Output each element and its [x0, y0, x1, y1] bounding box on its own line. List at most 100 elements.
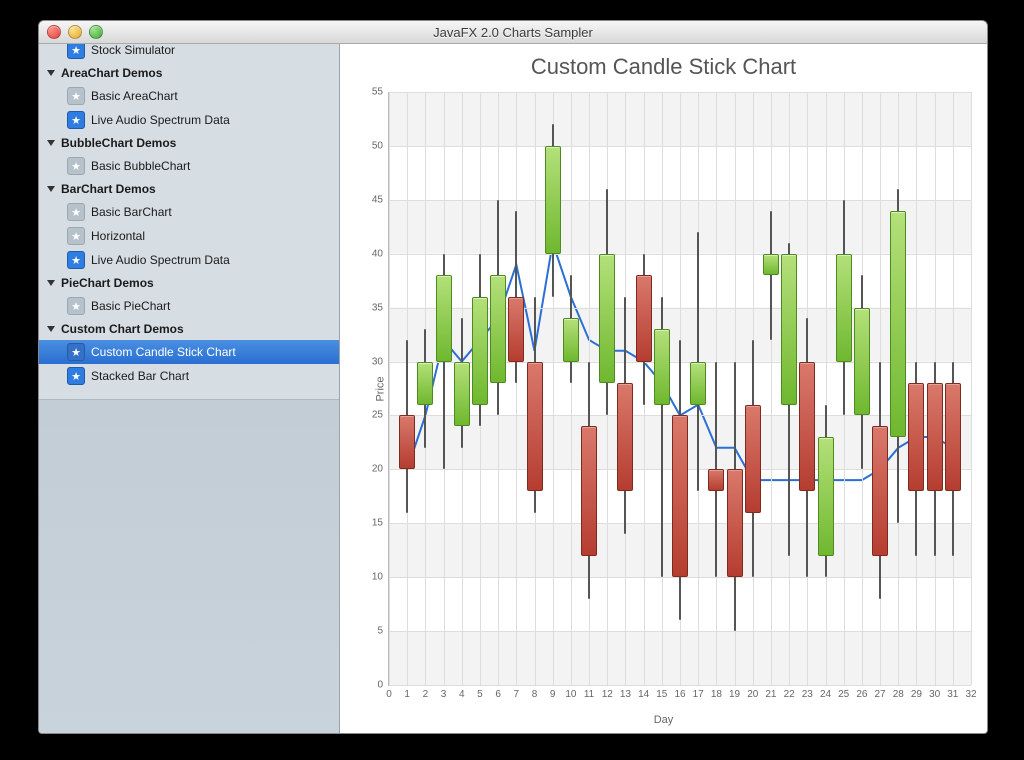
sidebar-group-header[interactable]: AreaChart Demos	[39, 62, 339, 84]
candle	[545, 92, 561, 685]
sidebar-item-label: Live Audio Spectrum Data	[91, 253, 230, 267]
sidebar-item[interactable]: ★Basic BubbleChart	[39, 154, 339, 178]
candle	[781, 92, 797, 685]
chart-title: Custom Candle Stick Chart	[340, 44, 987, 84]
candle	[854, 92, 870, 685]
sidebar-group-header[interactable]: Custom Chart Demos	[39, 318, 339, 340]
candle	[836, 92, 852, 685]
x-tick: 28	[893, 685, 904, 700]
star-icon: ★	[67, 44, 85, 59]
y-tick: 15	[372, 518, 389, 529]
sidebar-group-label: BubbleChart Demos	[61, 136, 176, 150]
x-tick: 30	[929, 685, 940, 700]
candle	[927, 92, 943, 685]
candle	[763, 92, 779, 685]
sidebar-item[interactable]: ★ Basic PieChart	[39, 294, 339, 318]
x-tick: 4	[459, 685, 465, 700]
sidebar-item-label: Custom Candle Stick Chart	[91, 345, 236, 359]
sidebar-item-label: Basic AreaChart	[91, 89, 178, 103]
star-icon: ★	[67, 111, 85, 129]
sidebar-item[interactable]: ★Basic BarChart	[39, 200, 339, 224]
x-tick: 12	[602, 685, 613, 700]
sidebar: ★Stock Simulator AreaChart Demos ★ Basic Ar…	[39, 44, 340, 734]
sidebar-item[interactable]: ★ Live Audio Spectrum Data	[39, 248, 339, 272]
close-icon[interactable]	[47, 25, 61, 39]
x-tick: 31	[947, 685, 958, 700]
candle	[599, 92, 615, 685]
candle	[636, 92, 652, 685]
x-tick: 17	[693, 685, 704, 700]
x-tick: 7	[514, 685, 520, 700]
sidebar-group-label: PieChart Demos	[61, 276, 154, 290]
sidebar-item-label: Basic PieChart	[91, 299, 170, 313]
candle	[563, 92, 579, 685]
sidebar-item-label: Basic BubbleChart	[91, 159, 190, 173]
x-tick: 29	[911, 685, 922, 700]
candle	[581, 92, 597, 685]
disclosure-icon	[47, 70, 55, 76]
x-tick: 32	[965, 685, 976, 700]
star-icon: ★	[67, 251, 85, 269]
x-tick: 21	[765, 685, 776, 700]
disclosure-icon	[47, 186, 55, 192]
y-tick: 10	[372, 572, 389, 583]
candle	[727, 92, 743, 685]
sidebar-item-label: Live Audio Spectrum Data	[91, 113, 230, 127]
candle	[508, 92, 524, 685]
candle	[527, 92, 543, 685]
sidebar-item[interactable]: ★ Live Audio Spectrum Data	[39, 108, 339, 132]
candle	[617, 92, 633, 685]
disclosure-icon	[47, 280, 55, 286]
x-tick: 22	[784, 685, 795, 700]
y-tick: 35	[372, 302, 389, 313]
x-tick: 14	[638, 685, 649, 700]
x-tick: 6	[495, 685, 501, 700]
y-tick: 30	[372, 356, 389, 367]
y-tick: 20	[372, 464, 389, 475]
chart-plot-area: 0510152025303540455055012345678910111213…	[388, 92, 971, 686]
x-tick: 15	[656, 685, 667, 700]
sidebar-item[interactable]: ★Stock Simulator	[39, 44, 339, 62]
zoom-icon[interactable]	[89, 25, 103, 39]
sidebar-item-label: Stacked Bar Chart	[91, 369, 189, 383]
star-icon: ★	[67, 87, 85, 105]
x-tick: 23	[802, 685, 813, 700]
y-tick: 25	[372, 410, 389, 421]
window-titlebar: JavaFX 2.0 Charts Sampler	[39, 21, 987, 44]
candle	[654, 92, 670, 685]
x-tick: 18	[711, 685, 722, 700]
sidebar-group-header[interactable]: PieChart Demos	[39, 272, 339, 294]
window-title: JavaFX 2.0 Charts Sampler	[433, 25, 593, 40]
x-tick: 13	[620, 685, 631, 700]
y-tick: 55	[372, 87, 389, 98]
sidebar-group-header[interactable]: BubbleChart Demos	[39, 132, 339, 154]
x-tick: 26	[856, 685, 867, 700]
sidebar-item[interactable]: ★ Custom Candle Stick Chart	[39, 340, 339, 364]
sidebar-group-label: Custom Chart Demos	[61, 322, 184, 336]
candle	[454, 92, 470, 685]
sidebar-item-label: Basic BarChart	[91, 205, 172, 219]
x-tick: 25	[838, 685, 849, 700]
x-tick: 0	[386, 685, 392, 700]
y-tick: 50	[372, 140, 389, 151]
star-icon: ★	[67, 297, 85, 315]
sidebar-empty-area	[39, 399, 339, 734]
y-tick: 45	[372, 194, 389, 205]
x-tick: 11	[584, 685, 594, 700]
candle	[945, 92, 961, 685]
star-icon: ★	[67, 227, 85, 245]
disclosure-icon	[47, 140, 55, 146]
minimize-icon[interactable]	[68, 25, 82, 39]
candle	[417, 92, 433, 685]
star-icon: ★	[67, 343, 85, 361]
candle	[472, 92, 488, 685]
sidebar-item[interactable]: ★Stacked Bar Chart	[39, 364, 339, 388]
sidebar-item[interactable]: ★Horizontal	[39, 224, 339, 248]
candle	[872, 92, 888, 685]
y-tick: 5	[377, 626, 389, 637]
sidebar-group-label: AreaChart Demos	[61, 66, 162, 80]
x-tick: 10	[565, 685, 576, 700]
sidebar-group-header[interactable]: BarChart Demos	[39, 178, 339, 200]
sidebar-item[interactable]: ★ Basic AreaChart	[39, 84, 339, 108]
app-window: JavaFX 2.0 Charts Sampler ★Stock Simulat…	[38, 20, 988, 734]
